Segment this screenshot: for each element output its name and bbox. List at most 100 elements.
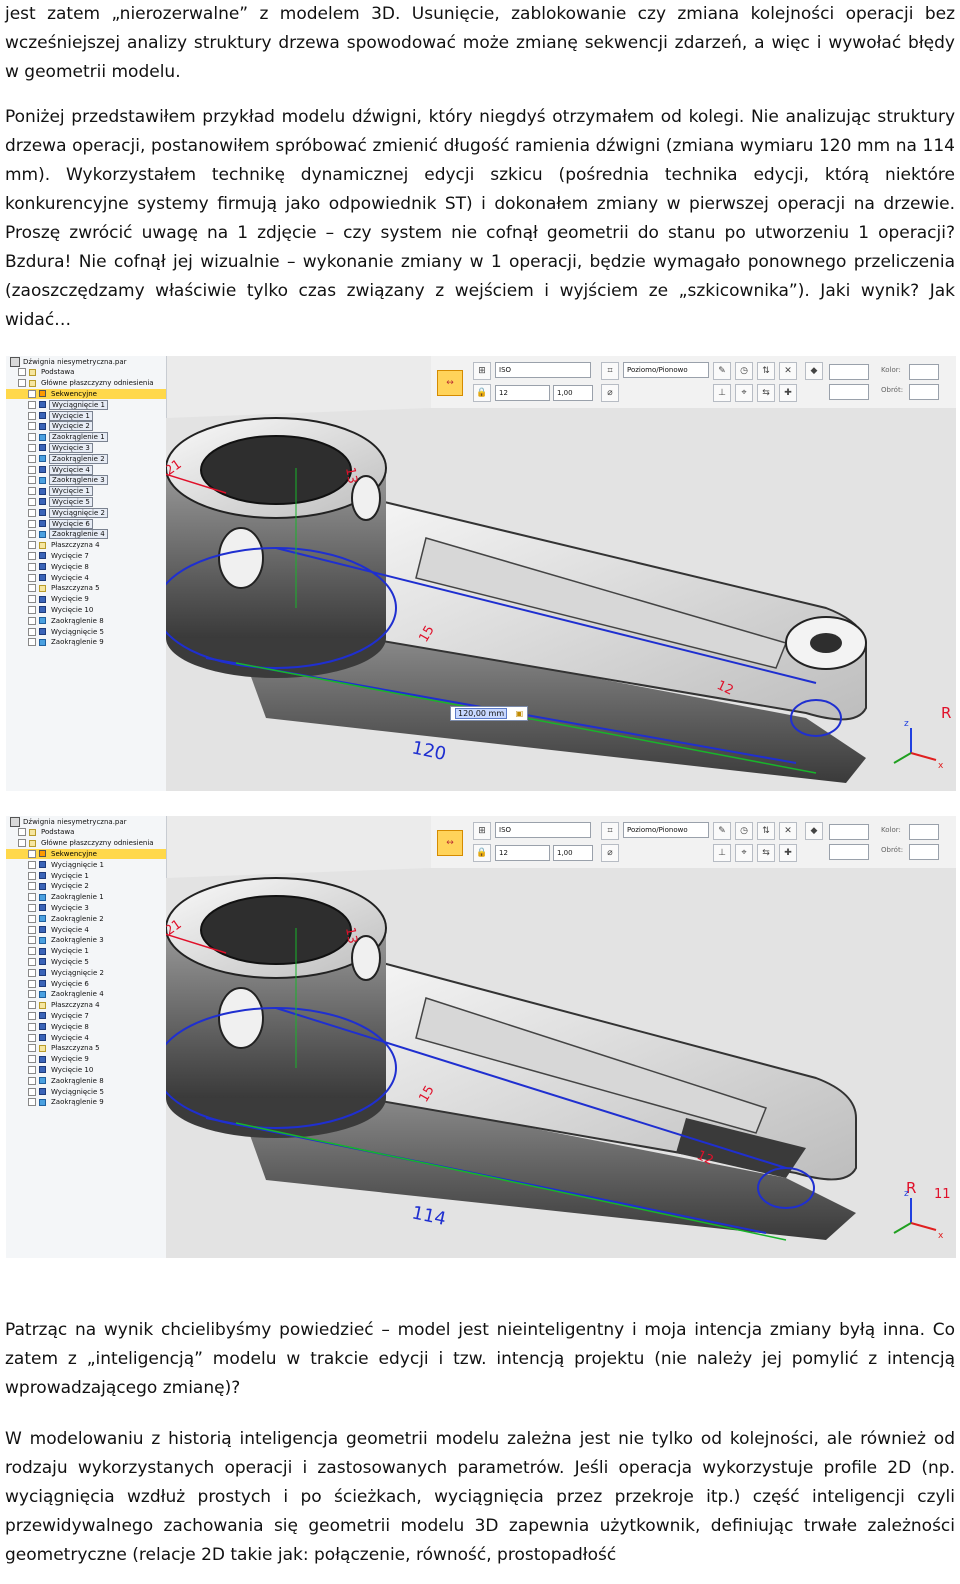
dim-text-13[interactable]: 13 (342, 926, 360, 945)
visibility-checkbox[interactable] (28, 389, 36, 398)
standard-select[interactable]: ISO (495, 822, 591, 838)
tree-item[interactable]: Wyciągnięcie 2 (6, 507, 166, 518)
visibility-checkbox[interactable] (28, 541, 36, 550)
visibility-checkbox[interactable] (28, 530, 36, 539)
tool-icon-7[interactable]: ⇅ (757, 362, 775, 380)
tree-item[interactable]: Wycięcie 7 (6, 551, 166, 562)
tree-item[interactable]: Wycięcie 10 (6, 1065, 166, 1076)
tool-icon-9[interactable]: ✚ (779, 384, 797, 402)
tree-item[interactable]: Wycięcie 9 (6, 594, 166, 605)
tree-item[interactable]: Wyciągnięcie 1 (6, 399, 166, 410)
tree-item[interactable]: Zaokrąglenie 8 (6, 615, 166, 626)
visibility-checkbox[interactable] (28, 882, 36, 891)
obrot-field[interactable] (909, 384, 939, 400)
kolor-field[interactable] (909, 824, 939, 840)
visibility-checkbox[interactable] (28, 1044, 36, 1053)
scale-select[interactable]: 1,00 (553, 385, 593, 401)
tool-icon-1[interactable]: ⌗ (601, 822, 619, 840)
tree-item[interactable]: Zaokrąglenie 1 (6, 432, 166, 443)
field-b[interactable] (829, 384, 869, 400)
field-a[interactable] (829, 364, 869, 380)
tree-item[interactable]: Sekwencyjne (6, 848, 166, 860)
tree-root[interactable]: Dźwignia niesymetryczna.par (6, 356, 166, 367)
visibility-checkbox[interactable] (28, 433, 36, 442)
visibility-checkbox[interactable] (18, 379, 26, 388)
tree-root[interactable]: Dźwignia niesymetryczna.par (6, 816, 166, 827)
tree-item[interactable]: Wyciągnięcie 2 (6, 967, 166, 978)
tree-item[interactable]: Płaszczyzna 5 (6, 1043, 166, 1054)
tree-item[interactable]: Wyciągnięcie 5 (6, 626, 166, 637)
tree-item[interactable]: Wycięcie 7 (6, 1011, 166, 1022)
dim-text-11[interactable]: 11 (934, 1187, 951, 1202)
tool-icon-5[interactable]: ◷ (735, 362, 753, 380)
visibility-checkbox[interactable] (28, 605, 36, 614)
visibility-checkbox[interactable] (28, 1087, 36, 1096)
field-a[interactable] (829, 824, 869, 840)
tree-item[interactable]: Wycięcie 1 (6, 946, 166, 957)
visibility-checkbox[interactable] (28, 465, 36, 474)
tree-item[interactable]: Wyciągnięcie 5 (6, 1086, 166, 1097)
visibility-checkbox[interactable] (18, 839, 26, 848)
tool-icon-2[interactable]: ⌀ (601, 844, 619, 862)
standard-select[interactable]: ISO (495, 362, 591, 378)
tree-item[interactable]: Wycięcie 1 (6, 410, 166, 421)
tool-icon-10[interactable]: ◆ (805, 822, 823, 840)
tool-icon-7[interactable]: ⇅ (757, 822, 775, 840)
dimension-input-box[interactable]: 120,00 mm ▣ (450, 706, 529, 721)
tree-item[interactable]: Wycięcie 10 (6, 605, 166, 616)
visibility-checkbox[interactable] (28, 411, 36, 420)
tree-item[interactable]: Podstawa (6, 367, 166, 378)
tree-item[interactable]: Wycięcie 6 (6, 518, 166, 529)
tree-item[interactable]: Płaszczyzna 5 (6, 583, 166, 594)
tree-item[interactable]: Podstawa (6, 827, 166, 838)
tool-icon-1[interactable]: ⌗ (601, 362, 619, 380)
tool-icon-4[interactable]: ⊥ (713, 384, 731, 402)
visibility-checkbox[interactable] (28, 893, 36, 902)
visibility-checkbox[interactable] (28, 573, 36, 582)
tool-icon-3[interactable]: ✎ (713, 822, 731, 840)
tree-item[interactable]: Wycięcie 2 (6, 421, 166, 432)
tree-item[interactable]: Wycięcie 4 (6, 924, 166, 935)
visibility-checkbox[interactable] (28, 454, 36, 463)
tool-icon-5[interactable]: ◷ (735, 822, 753, 840)
tool-icon-2[interactable]: ⌀ (601, 384, 619, 402)
tree-item[interactable]: Zaokrąglenie 1 (6, 892, 166, 903)
tree-item[interactable]: Zaokrąglenie 8 (6, 1075, 166, 1086)
visibility-checkbox[interactable] (28, 400, 36, 409)
visibility-checkbox[interactable] (28, 519, 36, 528)
plane-select[interactable]: Poziomo/Pionowo (623, 362, 709, 378)
visibility-checkbox[interactable] (28, 595, 36, 604)
visibility-checkbox[interactable] (28, 1022, 36, 1031)
visibility-checkbox[interactable] (28, 487, 36, 496)
grid-icon[interactable]: ⊞ (473, 822, 491, 840)
visibility-checkbox[interactable] (28, 1065, 36, 1074)
tree-item[interactable]: Sekwencyjne (6, 388, 166, 400)
visibility-checkbox[interactable] (18, 828, 26, 837)
visibility-checkbox[interactable] (28, 584, 36, 593)
tree-item[interactable]: Zaokrąglenie 9 (6, 637, 166, 648)
tree-item[interactable]: Wycięcie 1 (6, 486, 166, 497)
tree-item[interactable]: Wycięcie 3 (6, 903, 166, 914)
tree-item[interactable]: Wycięcie 4 (6, 572, 166, 583)
visibility-checkbox[interactable] (28, 551, 36, 560)
visibility-checkbox[interactable] (28, 925, 36, 934)
visibility-checkbox[interactable] (28, 936, 36, 945)
tree-item[interactable]: Wycięcie 4 (6, 1032, 166, 1043)
lock-icon[interactable]: 🔒 (473, 384, 491, 402)
visibility-checkbox[interactable] (28, 990, 36, 999)
tree-item[interactable]: Wycięcie 8 (6, 561, 166, 572)
visibility-checkbox[interactable] (28, 638, 36, 647)
field-b[interactable] (829, 844, 869, 860)
visibility-checkbox[interactable] (28, 627, 36, 636)
tool-icon-6[interactable]: ⌖ (735, 844, 753, 862)
scale-select[interactable]: 1,00 (553, 845, 593, 861)
visibility-checkbox[interactable] (28, 508, 36, 517)
visibility-checkbox[interactable] (28, 476, 36, 485)
tree-item[interactable]: Zaokrąglenie 2 (6, 453, 166, 464)
tree-item[interactable]: Główne płaszczyzny odniesienia (6, 838, 166, 849)
dimension-input-field[interactable]: 120,00 mm (455, 708, 508, 719)
visibility-checkbox[interactable] (28, 616, 36, 625)
tree-item[interactable]: Zaokrąglenie 3 (6, 935, 166, 946)
tree-item[interactable]: Zaokrąglenie 3 (6, 475, 166, 486)
tree-item[interactable]: Płaszczyzna 4 (6, 1000, 166, 1011)
